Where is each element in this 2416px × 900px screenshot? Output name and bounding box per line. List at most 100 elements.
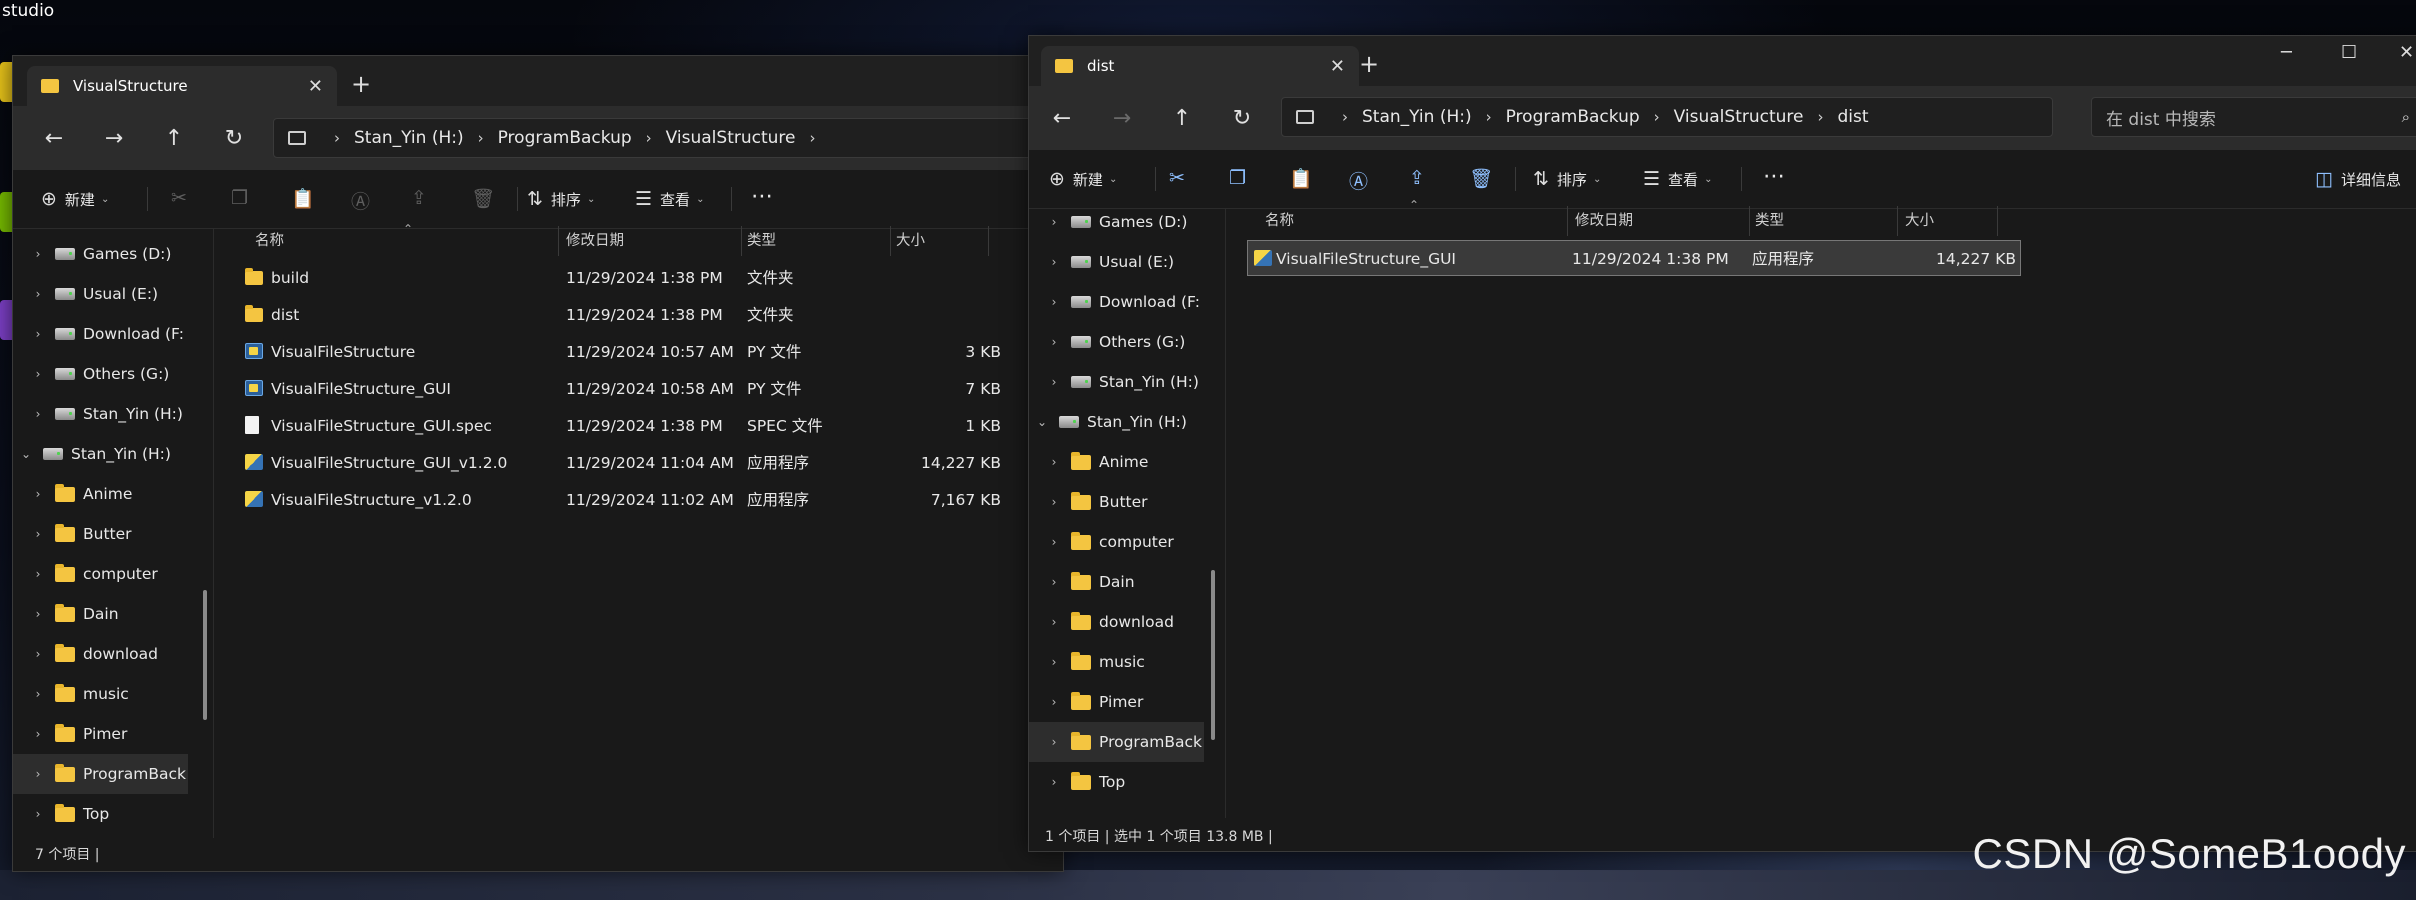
nav-item[interactable]: › Stan_Yin (H:) [1029,362,1204,402]
nav-item[interactable]: › Anime [1029,442,1204,482]
up-arrow-icon[interactable]: ↑ [157,121,191,155]
nav-item[interactable]: › Usual (E:) [13,274,188,314]
breadcrumb-visualstructure[interactable]: VisualStructure [1674,107,1804,127]
address-bar[interactable]: › Stan_Yin (H:) › ProgramBackup › Visual… [1281,97,2053,137]
file-row[interactable]: VisualFileStructure_GUI 11/29/2024 1:38 P… [1247,240,2021,276]
back-arrow-icon[interactable]: ← [1045,101,1079,135]
nav-item[interactable]: › computer [1029,522,1204,562]
chevron-right-icon[interactable]: › [29,287,47,301]
paste-icon[interactable]: 📋 [1289,167,1321,190]
tab-dist[interactable]: dist ✕ [1041,46,1359,86]
forward-arrow-icon[interactable]: → [97,121,131,155]
nav-item[interactable]: › Pimer [13,714,188,754]
nav-item[interactable]: › Download (F: [13,314,188,354]
sort-button[interactable]: ⇅ 排序 ⌄ [1533,168,1601,190]
breadcrumb-visualstructure[interactable]: VisualStructure [666,128,796,148]
nav-item[interactable]: › Others (G:) [13,354,188,394]
breadcrumb-programbackup[interactable]: ProgramBackup [1506,107,1640,127]
chevron-right-icon[interactable]: › [29,247,47,261]
maximize-icon[interactable]: ☐ [2341,42,2357,63]
nav-item[interactable]: ⌄ Stan_Yin (H:) [1029,402,1204,442]
column-header-size[interactable]: 大小 [1905,206,1934,236]
nav-scrollbar[interactable] [1211,570,1215,740]
chevron-right-icon[interactable]: › [1045,575,1063,589]
nav-item[interactable]: › music [13,674,188,714]
view-button[interactable]: ☰ 查看 ⌄ [1643,168,1712,190]
chevron-right-icon[interactable]: › [29,647,47,661]
delete-icon[interactable]: 🗑 [1469,167,1501,190]
file-row[interactable]: build 11/29/2024 1:38 PM 文件夹 [231,260,1041,296]
close-tab-icon[interactable]: ✕ [1330,56,1345,77]
chevron-right-icon[interactable]: › [29,367,47,381]
nav-item[interactable]: › ProgramBack [1029,722,1204,762]
breadcrumb-drive[interactable]: Stan_Yin (H:) [1362,107,1472,127]
nav-item[interactable]: › Pimer [1029,682,1204,722]
delete-icon[interactable]: 🗑 [471,187,503,210]
nav-item[interactable]: › Games (D:) [1029,202,1204,242]
close-window-icon[interactable]: ✕ [2399,42,2414,63]
nav-item[interactable]: › Dain [13,594,188,634]
nav-item[interactable]: › music [1029,642,1204,682]
chevron-right-icon[interactable]: › [1045,295,1063,309]
breadcrumb-programbackup[interactable]: ProgramBackup [498,128,632,148]
chevron-right-icon[interactable]: › [29,487,47,501]
column-header-date[interactable]: 修改日期 [566,226,624,256]
address-bar[interactable]: › Stan_Yin (H:) › ProgramBackup › Visual… [273,118,1063,158]
nav-item[interactable]: › Top [13,794,188,834]
column-header-type[interactable]: 类型 [1755,206,1784,236]
new-button[interactable]: ⊕ 新建 ⌄ [1049,168,1117,190]
breadcrumb-drive[interactable]: Stan_Yin (H:) [354,128,464,148]
refresh-icon[interactable]: ↻ [217,121,251,155]
chevron-right-icon[interactable]: › [29,527,47,541]
nav-item[interactable]: › ProgramBack [13,754,188,794]
paste-icon[interactable]: 📋 [291,187,323,210]
chevron-right-icon[interactable]: › [1045,615,1063,629]
chevron-right-icon[interactable]: › [1045,215,1063,229]
nav-item[interactable]: › Top [1029,762,1204,802]
cut-icon[interactable]: ✂ [1169,167,1193,189]
new-button[interactable]: ⊕ 新建 ⌄ [41,188,109,210]
search-input[interactable]: 在 dist 中搜索 ⌕ [2091,97,2416,137]
file-row[interactable]: VisualFileStructure_GUI 11/29/2024 10:58 … [231,371,1041,407]
chevron-right-icon[interactable]: › [1045,455,1063,469]
copy-icon[interactable]: ❐ [1229,167,1254,189]
rename-icon[interactable]: Ⓐ [351,187,378,214]
chevron-right-icon[interactable]: › [1045,775,1063,789]
sort-button[interactable]: ⇅ 排序 ⌄ [527,188,595,210]
file-row[interactable]: VisualFileStructure_v1.2.0 11/29/2024 11:… [231,482,1041,518]
column-header-name[interactable]: 名称 [255,226,284,256]
up-arrow-icon[interactable]: ↑ [1165,101,1199,135]
nav-item[interactable]: › Stan_Yin (H:) [13,394,188,434]
more-options-icon[interactable]: ⋯ [751,184,773,209]
column-header-name[interactable]: 名称 [1265,206,1294,236]
file-row[interactable]: VisualFileStructure_GUI.spec 11/29/2024 1… [231,408,1041,444]
nav-item[interactable]: › Games (D:) [13,234,188,274]
minimize-icon[interactable]: ─ [2281,42,2292,63]
chevron-right-icon[interactable]: › [29,327,47,341]
nav-item[interactable]: › Butter [13,514,188,554]
chevron-right-icon[interactable]: › [29,807,47,821]
details-pane-button[interactable]: ◫ 详细信息 [2315,168,2401,190]
column-header-date[interactable]: 修改日期 [1575,206,1633,236]
chevron-right-icon[interactable]: › [29,607,47,621]
new-tab-icon[interactable]: + [351,70,371,98]
nav-item[interactable]: › download [1029,602,1204,642]
share-icon[interactable]: ⇪ [1409,167,1433,189]
file-row[interactable]: VisualFileStructure_GUI_v1.2.0 11/29/2024… [231,445,1041,481]
column-header-size[interactable]: 大小 [896,226,925,256]
nav-scrollbar[interactable] [203,590,207,720]
file-row[interactable]: dist 11/29/2024 1:38 PM 文件夹 [231,297,1041,333]
close-tab-icon[interactable]: ✕ [308,76,323,97]
breadcrumb-dist[interactable]: dist [1838,107,1869,127]
chevron-down-icon[interactable]: ⌄ [17,447,35,461]
chevron-right-icon[interactable]: › [29,687,47,701]
nav-item[interactable]: › Dain [1029,562,1204,602]
new-tab-icon[interactable]: + [1359,50,1379,78]
rename-icon[interactable]: Ⓐ [1349,167,1376,194]
column-header-type[interactable]: 类型 [747,226,776,256]
chevron-right-icon[interactable]: › [1045,495,1063,509]
cut-icon[interactable]: ✂ [171,187,195,209]
chevron-right-icon[interactable]: › [1045,335,1063,349]
nav-item[interactable]: › Download (F: [1029,282,1204,322]
chevron-right-icon[interactable]: › [1045,375,1063,389]
